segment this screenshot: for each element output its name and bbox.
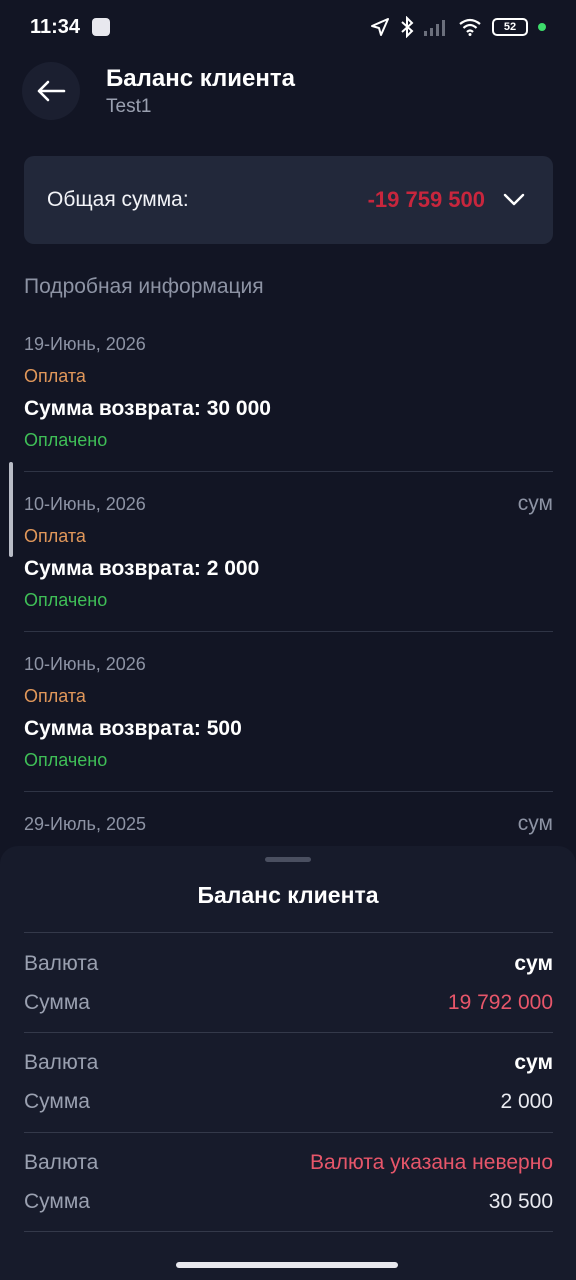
notification-icon [92, 18, 111, 36]
status-time: 11:34 [30, 15, 81, 38]
balance-bottom-sheet[interactable]: Баланс клиента Валюта сум Сумма 19 792 0… [0, 846, 576, 1280]
app-header: Баланс клиента Test1 [22, 62, 295, 120]
bluetooth-icon [401, 16, 414, 38]
tx-currency: сум [517, 492, 553, 515]
location-icon [371, 18, 389, 36]
back-arrow-icon [37, 80, 66, 102]
tx-status: Оплачено [24, 430, 108, 450]
status-bar: 11:34 52 [0, 0, 576, 54]
divider [24, 1032, 553, 1033]
divider [24, 471, 553, 472]
tx-date: 29-Июль, 2025 [24, 814, 146, 834]
signal-icon [424, 20, 445, 36]
wifi-icon [459, 18, 481, 36]
currency-value: Валюта указана неверно [310, 1151, 553, 1174]
balance-currency-row: Валюта сум [24, 949, 553, 979]
divider [24, 1132, 553, 1133]
tx-amount: Сумма возврата: 2 000 [24, 557, 260, 580]
list-item[interactable]: 29-Июль, 2025 сум [24, 812, 553, 836]
page-subtitle: Test1 [106, 96, 152, 117]
tx-amount: Сумма возврата: 500 [24, 717, 242, 740]
currency-label: Валюта [24, 952, 99, 975]
tx-date: 10-Июнь, 2026 [24, 494, 146, 514]
list-item[interactable]: 10-Июнь, 2026 сум Оплата Сумма возврата:… [24, 492, 553, 612]
currency-label: Валюта [24, 1051, 99, 1074]
section-title: Подробная информация [24, 275, 264, 298]
chevron-down-icon[interactable] [503, 193, 525, 207]
list-item[interactable]: 19-Июнь, 2026 Оплата Сумма возврата: 30 … [24, 332, 553, 452]
tx-currency: сум [517, 812, 553, 835]
currency-label: Валюта [24, 1151, 99, 1174]
tx-type: Оплата [24, 686, 86, 706]
balance-amount-row: Сумма 19 792 000 [24, 988, 553, 1018]
balance-amount-row: Сумма 30 500 [24, 1187, 553, 1217]
balance-currency-row: Валюта Валюта указана неверно [24, 1148, 553, 1178]
battery-level: 52 [503, 21, 517, 33]
tx-status: Оплачено [24, 590, 108, 610]
amount-value: 19 792 000 [447, 991, 553, 1014]
currency-value: сум [514, 952, 553, 975]
sheet-title: Баланс клиента [197, 882, 379, 908]
amount-value: 30 500 [488, 1190, 553, 1213]
balance-currency-row: Валюта сум [24, 1048, 553, 1078]
battery-icon: 52 [492, 18, 528, 36]
page-title: Баланс клиента [106, 65, 295, 92]
divider [24, 1231, 553, 1232]
divider [24, 932, 553, 933]
amount-value: 2 000 [500, 1090, 553, 1113]
back-button[interactable] [22, 62, 80, 120]
sheet-drag-handle[interactable] [265, 857, 311, 862]
tx-status: Оплачено [24, 750, 108, 770]
scrollbar[interactable] [9, 462, 13, 557]
home-indicator[interactable] [176, 1262, 398, 1268]
tx-type: Оплата [24, 366, 86, 386]
amount-label: Сумма [24, 1090, 90, 1113]
tx-type: Оплата [24, 526, 86, 546]
tx-amount: Сумма возврата: 30 000 [24, 397, 271, 420]
balance-amount-row: Сумма 2 000 [24, 1087, 553, 1117]
amount-label: Сумма [24, 1190, 90, 1213]
total-value: -19 759 500 [367, 187, 485, 212]
currency-value: сум [514, 1051, 553, 1074]
divider [24, 791, 553, 792]
tx-date: 10-Июнь, 2026 [24, 654, 146, 674]
total-balance-card[interactable]: Общая сумма: -19 759 500 [24, 156, 553, 244]
privacy-dot [538, 23, 546, 31]
divider [24, 631, 553, 632]
amount-label: Сумма [24, 991, 90, 1014]
list-item[interactable]: 10-Июнь, 2026 Оплата Сумма возврата: 500… [24, 652, 553, 772]
tx-date: 19-Июнь, 2026 [24, 334, 146, 354]
total-label: Общая сумма: [47, 188, 189, 211]
